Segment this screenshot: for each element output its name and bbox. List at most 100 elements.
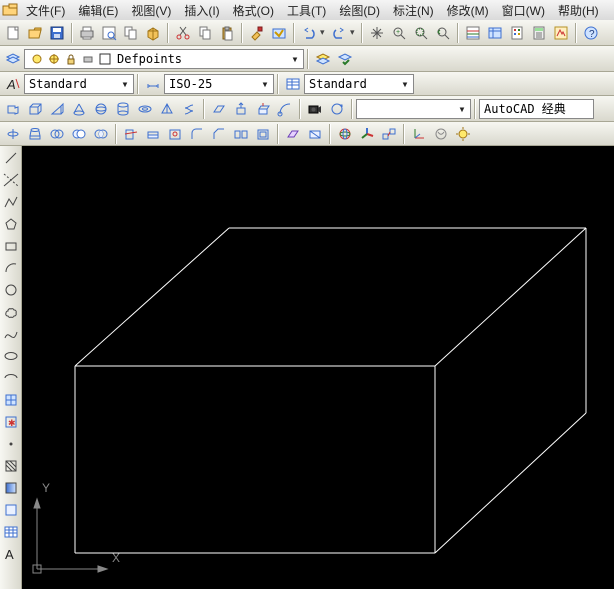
menu-view[interactable]: 视图(V) (125, 1, 178, 20)
open-icon[interactable] (24, 22, 46, 44)
text-style-icon[interactable]: A (2, 73, 24, 95)
xline-icon[interactable] (1, 170, 21, 190)
flatshot-icon[interactable] (304, 123, 326, 145)
make-block-icon[interactable]: ✱ (1, 412, 21, 432)
block-editor-icon[interactable] (268, 22, 290, 44)
markup-icon[interactable] (550, 22, 572, 44)
revolve-icon[interactable] (326, 98, 348, 120)
polysolid-icon[interactable] (2, 98, 24, 120)
table-icon[interactable] (1, 522, 21, 542)
insert-block-icon[interactable] (1, 390, 21, 410)
zoom-realtime-icon[interactable]: + (388, 22, 410, 44)
camera-icon[interactable] (304, 98, 326, 120)
workspace-combo[interactable]: AutoCAD 经典 (479, 99, 594, 119)
copy-icon[interactable] (194, 22, 216, 44)
paste-icon[interactable] (216, 22, 238, 44)
menu-dim[interactable]: 标注(N) (387, 1, 441, 20)
table-style-combo[interactable]: Standard ▾ (304, 74, 414, 94)
help-icon[interactable]: ? (580, 22, 602, 44)
properties-icon[interactable] (462, 22, 484, 44)
torus-icon[interactable] (134, 98, 156, 120)
line-icon[interactable] (1, 148, 21, 168)
intersect-icon[interactable] (90, 123, 112, 145)
revcloud-icon[interactable] (1, 302, 21, 322)
presspull-icon[interactable] (252, 98, 274, 120)
sweep-icon[interactable] (274, 98, 296, 120)
cylinder-icon[interactable] (112, 98, 134, 120)
shell-icon[interactable] (252, 123, 274, 145)
zoom-window-icon[interactable] (410, 22, 432, 44)
calc-icon[interactable] (528, 22, 550, 44)
publish-icon[interactable] (120, 22, 142, 44)
solids-input-combo[interactable]: ▾ (356, 99, 471, 119)
ellipse-icon[interactable] (1, 346, 21, 366)
redo-icon[interactable] (328, 22, 350, 44)
separate-icon[interactable] (230, 123, 252, 145)
polygon-icon[interactable] (1, 214, 21, 234)
arc-icon[interactable] (1, 258, 21, 278)
3dalign-icon[interactable] (378, 123, 400, 145)
loft-icon[interactable] (24, 123, 46, 145)
menu-insert[interactable]: 插入(I) (178, 1, 226, 20)
layer-manager-icon[interactable] (2, 48, 24, 70)
menu-file[interactable]: 文件(F) (20, 1, 72, 20)
sphere-icon[interactable] (90, 98, 112, 120)
sheetset-icon[interactable] (484, 22, 506, 44)
drawing-canvas[interactable]: Y X (22, 146, 614, 589)
visual-styles-icon[interactable] (430, 123, 452, 145)
wedge-icon[interactable] (46, 98, 68, 120)
rectangle-icon[interactable] (1, 236, 21, 256)
print-icon[interactable] (76, 22, 98, 44)
circle-icon[interactable] (1, 280, 21, 300)
new-icon[interactable] (2, 22, 24, 44)
tool-palette-icon[interactable] (506, 22, 528, 44)
thicken-icon[interactable] (142, 123, 164, 145)
planar-surface-icon[interactable] (208, 98, 230, 120)
menu-window[interactable]: 窗口(W) (496, 1, 552, 20)
polyline-icon[interactable] (1, 192, 21, 212)
helix-icon[interactable] (178, 98, 200, 120)
undo-dropdown-icon[interactable]: ▾ (320, 27, 328, 38)
subtract-icon[interactable] (68, 123, 90, 145)
menu-edit[interactable]: 编辑(E) (72, 1, 125, 20)
layer-previous-icon[interactable] (312, 48, 334, 70)
3ddwg-icon[interactable] (142, 22, 164, 44)
pan-icon[interactable] (366, 22, 388, 44)
zoom-prev-icon[interactable] (432, 22, 454, 44)
hatch-icon[interactable] (1, 456, 21, 476)
mtext-icon[interactable]: A (1, 544, 21, 564)
menu-draw[interactable]: 绘图(D) (333, 1, 387, 20)
save-icon[interactable] (46, 22, 68, 44)
imprint-icon[interactable] (164, 123, 186, 145)
union-icon[interactable] (46, 123, 68, 145)
extrude-icon[interactable] (230, 98, 252, 120)
cone-icon[interactable] (68, 98, 90, 120)
ellipse-arc-icon[interactable] (1, 368, 21, 388)
layer-combo[interactable]: Defpoints ▾ (24, 49, 304, 69)
layer-states-icon[interactable] (334, 48, 356, 70)
spline-icon[interactable] (1, 324, 21, 344)
slice-icon[interactable] (120, 123, 142, 145)
table-style-icon[interactable] (282, 73, 304, 95)
fillet-edge-icon[interactable] (186, 123, 208, 145)
revolve2-icon[interactable] (2, 123, 24, 145)
redo-dropdown-icon[interactable]: ▾ (350, 27, 358, 38)
pyramid-icon[interactable] (156, 98, 178, 120)
dim-style-combo[interactable]: ISO-25 ▾ (164, 74, 274, 94)
ucs-icon[interactable] (408, 123, 430, 145)
point-icon[interactable] (1, 434, 21, 454)
text-style-combo[interactable]: Standard ▾ (24, 74, 134, 94)
cut-icon[interactable] (172, 22, 194, 44)
box-icon[interactable] (24, 98, 46, 120)
plot-preview-icon[interactable] (98, 22, 120, 44)
section-plane-icon[interactable] (282, 123, 304, 145)
3dmove-icon[interactable] (356, 123, 378, 145)
gradient-icon[interactable] (1, 478, 21, 498)
3drotate-icon[interactable] (334, 123, 356, 145)
region-icon[interactable] (1, 500, 21, 520)
dim-style-icon[interactable] (142, 73, 164, 95)
undo-icon[interactable] (298, 22, 320, 44)
menu-tools[interactable]: 工具(T) (281, 1, 333, 20)
menu-help[interactable]: 帮助(H) (552, 1, 606, 20)
match-prop-icon[interactable] (246, 22, 268, 44)
